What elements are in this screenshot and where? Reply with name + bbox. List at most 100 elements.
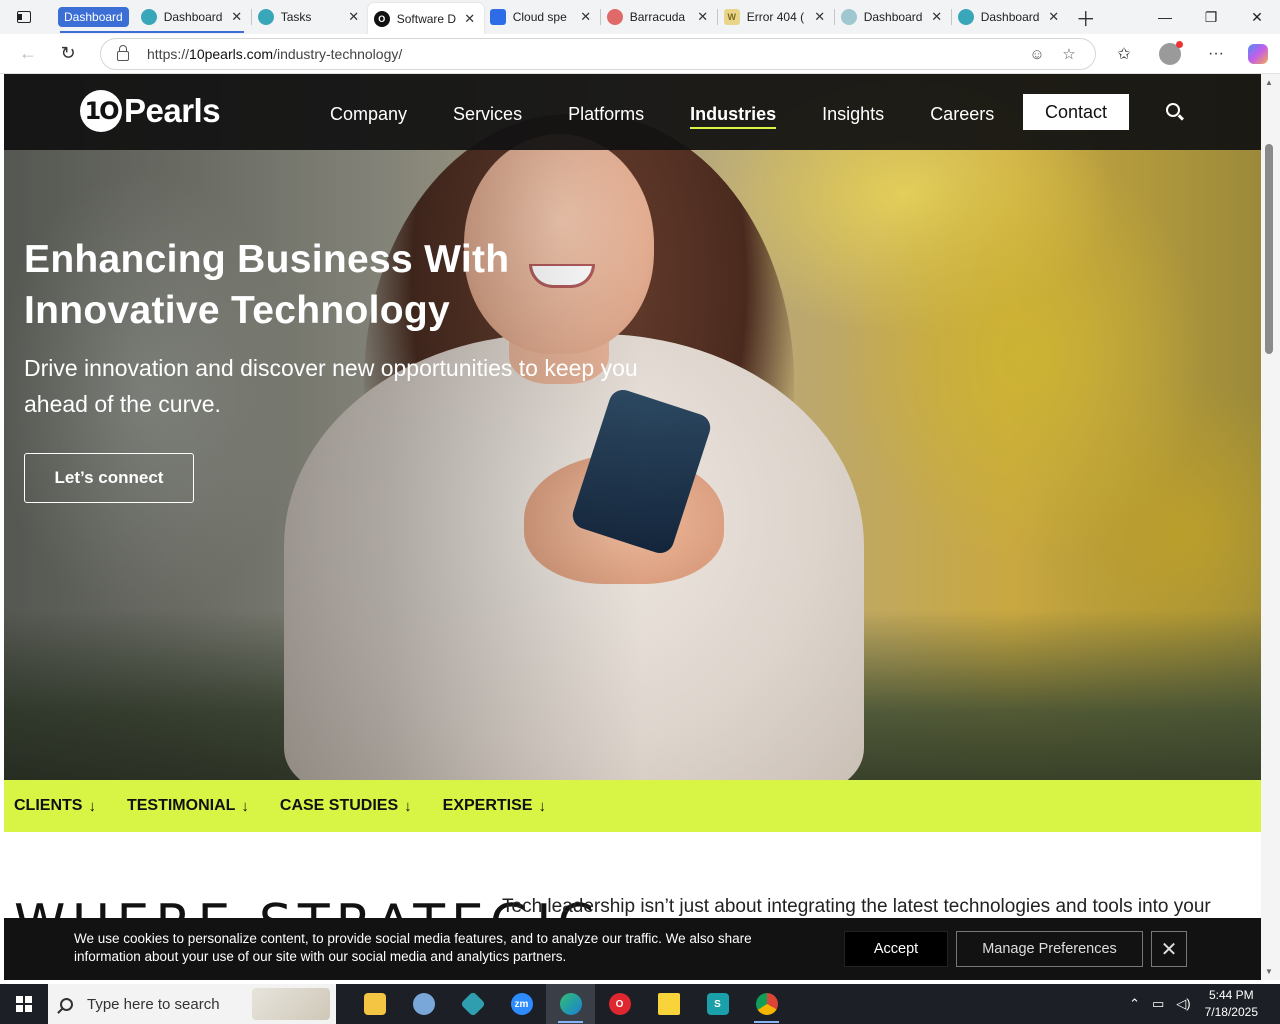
tab-actions-button[interactable] (0, 0, 48, 34)
arrow-down-icon: ↓ (88, 797, 96, 815)
nav-services[interactable]: Services (453, 104, 522, 129)
cookie-banner: We use cookies to personalize content, t… (4, 918, 1261, 980)
close-window-button[interactable]: ✕ (1234, 0, 1280, 34)
browser-tab-active[interactable]: O Software D ✕ (367, 3, 484, 34)
taskbar-app-paint[interactable] (399, 984, 448, 1024)
tab-title: Error 404 ( (746, 10, 805, 24)
anchor-expertise[interactable]: EXPERTISE ↓ (443, 797, 546, 815)
scroll-down-icon[interactable]: ▼ (1265, 967, 1273, 976)
start-button[interactable] (0, 984, 48, 1024)
lock-icon[interactable] (117, 45, 129, 61)
browser-tab[interactable]: W Error 404 ( ✕ (718, 3, 834, 31)
search-highlight-image[interactable] (252, 988, 330, 1020)
profile-button[interactable] (1152, 38, 1188, 70)
hero-title: Enhancing Business With Innovative Techn… (24, 238, 510, 332)
tab-close-icon[interactable]: ✕ (229, 9, 245, 25)
browser-tab[interactable]: Dashboard ✕ (835, 3, 951, 31)
cookie-close-icon[interactable]: ✕ (1151, 931, 1187, 967)
tab-close-icon[interactable]: ✕ (578, 9, 594, 25)
sticky-notes-icon (657, 993, 680, 1015)
copilot-button[interactable] (1240, 38, 1276, 70)
taskbar-app-s[interactable]: S (693, 984, 742, 1024)
tab-close-icon[interactable]: ✕ (1046, 9, 1062, 25)
barracuda-icon (606, 9, 623, 25)
lets-connect-button[interactable]: Let’s connect (24, 453, 194, 503)
tab-close-icon[interactable]: ✕ (346, 9, 362, 25)
url-path: /industry-technology/ (273, 46, 403, 62)
anchor-label: TESTIMONIAL (126, 797, 236, 814)
chevron-up-icon[interactable]: ⌃ (1129, 996, 1140, 1012)
more-menu-button[interactable]: ··· (1198, 38, 1234, 70)
tab-title: Dashboard (980, 10, 1040, 24)
arrow-down-icon: ↓ (241, 797, 249, 815)
tab-title: Cloud spe (512, 10, 567, 24)
window-controls: — ❐ ✕ (1142, 0, 1280, 34)
s-app-icon: S (706, 993, 729, 1015)
anchor-case-studies[interactable]: CASE STUDIES ↓ (280, 797, 412, 815)
nav-insights[interactable]: Insights (822, 104, 884, 129)
volume-icon[interactable]: ◁) (1176, 996, 1190, 1012)
logo-wordmark: Pearls (124, 92, 221, 129)
taskbar-app-teal[interactable] (448, 984, 497, 1024)
page-scrollbar[interactable]: ▲ ▼ (1261, 74, 1280, 980)
diamond-icon (459, 991, 486, 1017)
scroll-up-icon[interactable]: ▲ (1265, 78, 1273, 87)
nav-company[interactable]: Company (330, 104, 407, 129)
browser-tab[interactable]: Dashboard ✕ (952, 3, 1068, 31)
contact-button[interactable]: Contact (1023, 94, 1129, 130)
anchor-clients[interactable]: CLIENTS ↓ (14, 797, 96, 815)
tab-group-label[interactable]: Dashboard (58, 7, 129, 27)
scrollbar-thumb[interactable] (1265, 144, 1273, 354)
address-bar[interactable]: https://10pearls.com/industry-technology… (100, 38, 1096, 70)
search-icon[interactable] (1166, 103, 1180, 117)
network-icon[interactable]: ▭ (1152, 996, 1164, 1012)
reading-mode-icon[interactable]: ☺ (1021, 46, 1053, 63)
new-tab-button[interactable]: ＋ (1068, 0, 1104, 34)
browser-tab[interactable]: Cloud spe ✕ (484, 3, 600, 31)
tab-close-icon[interactable]: ✕ (929, 9, 945, 25)
minimize-button[interactable]: — (1142, 0, 1188, 34)
logo-mark: 1O (80, 90, 122, 132)
tab-title: Dashboard (863, 10, 923, 24)
cookie-accept-button[interactable]: Accept (844, 931, 948, 967)
taskbar-search[interactable]: Type here to search (48, 984, 336, 1024)
restore-button[interactable]: ❐ (1188, 0, 1234, 34)
nav-platforms[interactable]: Platforms (568, 104, 644, 129)
tab-close-icon[interactable]: ✕ (812, 9, 828, 25)
taskbar-opera[interactable]: O (595, 984, 644, 1024)
taskbar-chrome[interactable] (742, 984, 791, 1024)
nav-industries[interactable]: Industries (690, 104, 777, 129)
back-button[interactable]: ← (8, 34, 48, 74)
arrow-down-icon: ↓ (538, 797, 546, 815)
taskbar-zoom[interactable]: zm (497, 984, 546, 1024)
browser-toolbar: ← ↻ https://10pearls.com/industry-techno… (0, 34, 1280, 74)
browser-tab[interactable]: Dashboard ✕ (135, 3, 251, 31)
favorites-button[interactable]: ✩ (1106, 38, 1142, 70)
chrome-icon (755, 993, 778, 1015)
url-domain: 10pearls.com (189, 46, 274, 62)
url-text[interactable]: https://10pearls.com/industry-technology… (147, 46, 1021, 62)
taskbar-file-explorer[interactable] (350, 984, 399, 1024)
anchor-testimonial[interactable]: TESTIMONIAL ↓ (127, 797, 249, 815)
opera-icon: O (608, 993, 631, 1015)
browser-tab[interactable]: Tasks ✕ (252, 3, 368, 31)
reload-button[interactable]: ↻ (48, 34, 88, 74)
system-tray: ⌃ ▭ ◁) 5:44 PM 7/18/2025 (1123, 984, 1280, 1024)
system-clock[interactable]: 5:44 PM 7/18/2025 (1205, 987, 1258, 1021)
taskbar-edge[interactable] (546, 984, 595, 1024)
taskbar-search-placeholder: Type here to search (87, 995, 220, 1013)
10pearls-logo[interactable]: 1O Pearls (80, 90, 221, 132)
tab-close-icon[interactable]: ✕ (462, 11, 478, 27)
site-header: 1O Pearls Company Services Platforms Ind… (4, 74, 1261, 150)
edge-icon (559, 993, 582, 1015)
taskbar-sticky-notes[interactable] (644, 984, 693, 1024)
tab-close-icon[interactable]: ✕ (695, 9, 711, 25)
nav-careers[interactable]: Careers (930, 104, 994, 129)
url-scheme: https:// (147, 46, 190, 62)
manage-preferences-button[interactable]: Manage Preferences (956, 931, 1143, 967)
tab-title: Software D (396, 11, 457, 26)
browser-tab[interactable]: Barracuda ✕ (601, 3, 717, 31)
main-nav: Company Services Platforms Industries In… (330, 104, 1040, 129)
favorite-star-icon[interactable]: ☆ (1053, 45, 1085, 63)
taskbar: Type here to search zm O S ⌃ ▭ ◁) 5:44 P… (0, 984, 1280, 1024)
